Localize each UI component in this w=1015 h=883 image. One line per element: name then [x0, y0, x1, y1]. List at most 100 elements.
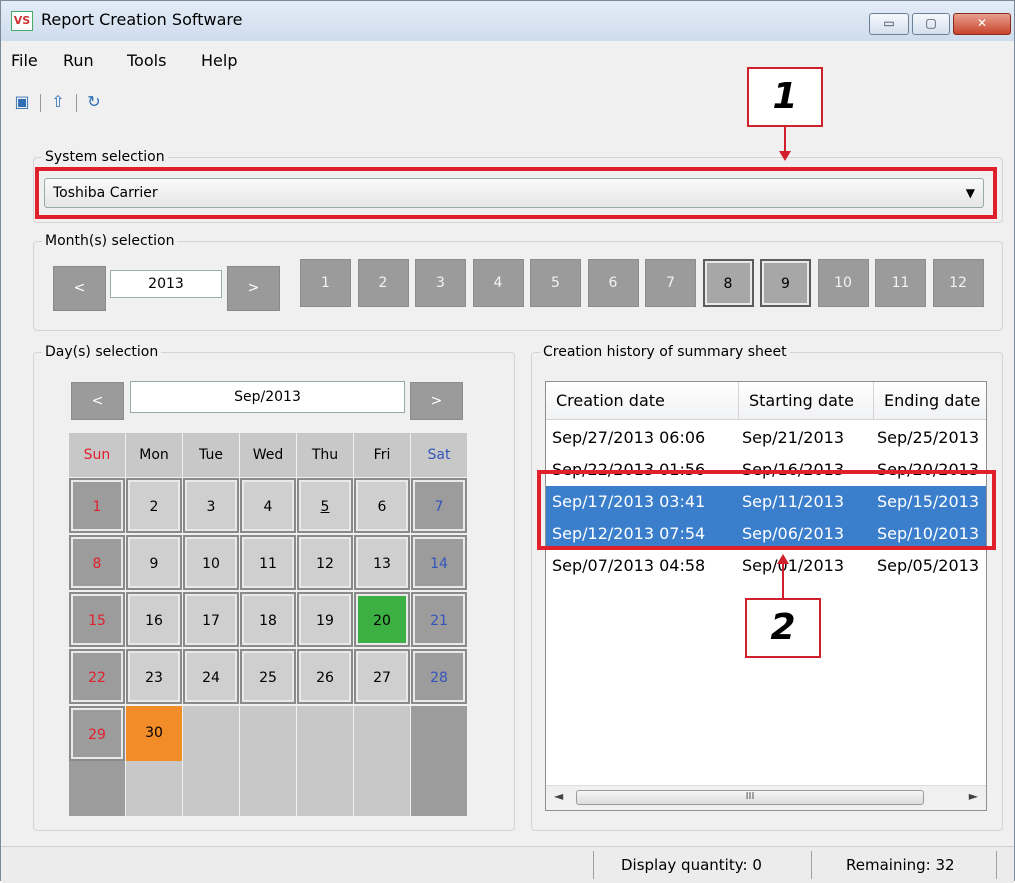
scroll-right-icon[interactable]: ►: [969, 789, 978, 803]
column-header-creation-date[interactable]: Creation date: [546, 382, 739, 420]
toolbar-separator: [76, 94, 77, 112]
menu-tools[interactable]: Tools: [127, 51, 166, 70]
window-title: Report Creation Software: [41, 10, 243, 29]
table-row[interactable]: Sep/27/2013 06:06 Sep/21/2013 Sep/25/2013: [546, 422, 986, 454]
calendar-day-15[interactable]: 15: [69, 592, 125, 647]
callout-2-arrow: [777, 554, 789, 564]
weekday-sun: Sun: [69, 433, 125, 477]
system-selection-legend: System selection: [45, 149, 165, 165]
calendar-day-8[interactable]: 8: [69, 535, 125, 590]
column-header-ending-date[interactable]: Ending date: [874, 382, 986, 420]
calendar-day-26[interactable]: 26: [297, 649, 353, 704]
calendar-day-1[interactable]: 1: [69, 478, 125, 533]
toolbar: ▣ ⇧ ↻: [1, 91, 301, 121]
table-cell: Sep/25/2013: [877, 428, 980, 447]
calendar-day-27[interactable]: 27: [354, 649, 410, 704]
calendar-day-7[interactable]: 7: [411, 478, 467, 533]
day-selection-legend: Day(s) selection: [45, 344, 159, 360]
menu-help[interactable]: Help: [201, 51, 237, 70]
year-next-button[interactable]: >: [227, 266, 280, 311]
callout-1-arrow: [779, 151, 791, 161]
status-separator: [811, 851, 812, 879]
calendar-day-19[interactable]: 19: [297, 592, 353, 647]
calendar-month-label: Sep/2013: [130, 381, 405, 413]
table-row[interactable]: Sep/07/2013 04:58 Sep/01/2013 Sep/05/2013: [546, 550, 986, 582]
month-selection-legend: Month(s) selection: [45, 233, 175, 249]
calendar-day-23[interactable]: 23: [126, 649, 182, 704]
calendar-day-14[interactable]: 14: [411, 535, 467, 590]
table-cell: Sep/01/2013: [742, 556, 845, 575]
month-button-5[interactable]: 5: [530, 259, 581, 307]
callout-2-highlight: [537, 470, 996, 550]
calendar-day-16[interactable]: 16: [126, 592, 182, 647]
calendar-day-13[interactable]: 13: [354, 535, 410, 590]
report-icon[interactable]: ▣: [11, 91, 33, 113]
month-button-4[interactable]: 4: [472, 259, 524, 307]
calendar-day-12[interactable]: 12: [297, 535, 353, 590]
calendar-next-button[interactable]: >: [410, 382, 463, 420]
month-button-9[interactable]: 9: [760, 259, 811, 307]
column-header-starting-date[interactable]: Starting date: [739, 382, 874, 420]
table-cell: Sep/05/2013: [877, 556, 980, 575]
history-list[interactable]: Creation date Starting date Ending date …: [545, 381, 987, 811]
menu-file[interactable]: File: [11, 51, 38, 70]
month-button-6[interactable]: 6: [587, 259, 639, 307]
scroll-left-icon[interactable]: ◄: [554, 789, 563, 803]
month-button-8[interactable]: 8: [702, 259, 754, 307]
calendar-day-20[interactable]: 20: [354, 592, 410, 647]
table-cell: Sep/07/2013 04:58: [552, 556, 706, 575]
minimize-button[interactable]: ▭: [869, 13, 909, 35]
status-separator: [593, 851, 594, 879]
calendar-prev-button[interactable]: <: [71, 382, 124, 420]
refresh-icon[interactable]: ↻: [83, 91, 105, 113]
calendar-empty-cell: [297, 761, 353, 816]
close-button[interactable]: ✕: [953, 13, 1011, 35]
calendar-day-30[interactable]: 30: [126, 706, 182, 761]
calendar-day-4[interactable]: 4: [240, 478, 296, 533]
status-bar: Display quantity: 0 Remaining: 32: [1, 846, 1014, 883]
calendar-empty-cell: [411, 761, 467, 816]
calendar-day-29[interactable]: 29: [69, 706, 125, 761]
menu-run[interactable]: Run: [63, 51, 94, 70]
title-bar: VS Report Creation Software ▭ ▢ ✕: [1, 1, 1014, 41]
weekday-wed: Wed: [240, 433, 296, 477]
calendar-day-9[interactable]: 9: [126, 535, 182, 590]
calendar-empty-cell: [297, 706, 353, 761]
calendar-day-21[interactable]: 21: [411, 592, 467, 647]
year-prev-button[interactable]: <: [53, 266, 106, 311]
calendar-day-2[interactable]: 2: [126, 478, 182, 533]
scroll-thumb[interactable]: III: [576, 790, 924, 805]
callout-1-line: [784, 127, 786, 151]
callout-2-line: [782, 564, 784, 598]
calendar-day-3[interactable]: 3: [183, 478, 239, 533]
month-button-1[interactable]: 1: [300, 259, 351, 307]
weekday-tue: Tue: [183, 433, 239, 477]
calendar-day-18[interactable]: 18: [240, 592, 296, 647]
month-button-2[interactable]: 2: [357, 259, 409, 307]
maximize-button[interactable]: ▢: [912, 13, 950, 35]
month-button-3[interactable]: 3: [415, 259, 466, 307]
remaining-count: Remaining: 32: [846, 856, 955, 874]
month-button-12[interactable]: 12: [932, 259, 984, 307]
year-field[interactable]: 2013: [110, 270, 222, 298]
app-icon: VS: [11, 11, 33, 31]
table-cell: Sep/27/2013 06:06: [552, 428, 706, 447]
calendar-day-17[interactable]: 17: [183, 592, 239, 647]
calendar-day-11[interactable]: 11: [240, 535, 296, 590]
horizontal-scrollbar[interactable]: ◄ III ►: [546, 785, 986, 810]
calendar-empty-cell: [354, 706, 410, 761]
calendar-day-10[interactable]: 10: [183, 535, 239, 590]
calendar-day-6[interactable]: 6: [354, 478, 410, 533]
month-button-7[interactable]: 7: [645, 259, 696, 307]
calendar-day-28[interactable]: 28: [411, 649, 467, 704]
callout-1-label: 1: [747, 67, 823, 127]
calendar-empty-cell: [411, 706, 467, 761]
status-separator: [996, 851, 997, 879]
export-icon[interactable]: ⇧: [47, 91, 69, 113]
calendar-day-5[interactable]: 5: [297, 478, 353, 533]
calendar-day-25[interactable]: 25: [240, 649, 296, 704]
month-button-10[interactable]: 10: [817, 259, 869, 307]
calendar-day-22[interactable]: 22: [69, 649, 125, 704]
month-button-11[interactable]: 11: [875, 259, 926, 307]
calendar-day-24[interactable]: 24: [183, 649, 239, 704]
